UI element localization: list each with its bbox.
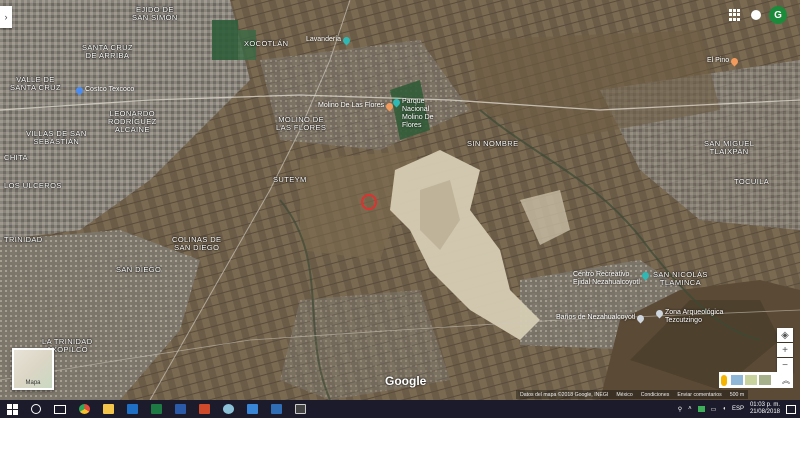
taskbar: ⚲ ˄ ▭ ◖ ESP 01:03 p. m. 21/08/2018	[0, 400, 800, 418]
label-villas-san-sebastian: VILLAS DE SAN SEBASTIÁN	[26, 129, 87, 146]
task-view-button[interactable]	[48, 400, 72, 418]
start-button[interactable]	[0, 400, 24, 418]
chevron-up-icon[interactable]: ︽	[782, 375, 790, 386]
taskbar-word[interactable]	[168, 400, 192, 418]
compass-icon[interactable]: ◈	[777, 328, 793, 342]
taskbar-powerpoint[interactable]	[192, 400, 216, 418]
powerpoint-icon	[198, 404, 210, 414]
network-icon[interactable]: ▭	[711, 406, 717, 413]
taskbar-video[interactable]	[288, 400, 312, 418]
action-center-icon[interactable]	[786, 404, 796, 414]
label-valle-santa-cruz: VALLE DE SANTA CRUZ	[10, 75, 61, 92]
layer-thumbnail[interactable]	[731, 375, 743, 385]
poi-molino-flores[interactable]: Molino De Las Flores	[318, 101, 395, 112]
clock[interactable]: 01:03 p. m. 21/08/2018	[750, 402, 780, 416]
pegman-icon[interactable]	[721, 374, 727, 386]
volume-icon[interactable]: ◖	[722, 406, 726, 412]
layers-strip[interactable]: ︽	[719, 372, 793, 388]
poi-lavanderia[interactable]: Lavandería	[306, 35, 352, 46]
taskbar-file-explorer[interactable]	[96, 400, 120, 418]
taskbar-app-2[interactable]	[264, 400, 288, 418]
app-tray-icon[interactable]	[697, 406, 705, 412]
outlook-icon	[126, 404, 138, 414]
map-viewport[interactable]: EJIDO DE SAN SIMÓN SANTA CRUZ DE ARRIBA …	[0, 0, 800, 400]
label-sin-nombre: SIN NOMBRE	[467, 139, 519, 148]
poi-costco[interactable]: Costco Texcoco	[74, 85, 134, 96]
label-xocotlan: XOCOTLÁN	[244, 39, 289, 48]
label-colinas: COLINAS DE SAN DIEGO	[172, 235, 222, 252]
label-los-ulceros: LOS ULCEROS	[4, 181, 62, 190]
landmark-pin-icon	[635, 313, 646, 324]
landmark-pin-icon	[654, 308, 665, 319]
label-santa-cruz: SANTA CRUZ DE ARRIBA	[82, 43, 133, 60]
label-leonardo: LEONARDO RODRÍGUEZ ALCAINE	[108, 109, 157, 134]
taskbar-outlook-2[interactable]	[240, 400, 264, 418]
chrome-icon	[78, 404, 90, 414]
notifications-icon[interactable]	[751, 10, 761, 20]
shopping-pin-icon	[74, 85, 85, 96]
taskbar-outlook[interactable]	[120, 400, 144, 418]
zoom-in-button[interactable]: +	[777, 343, 793, 357]
poi-centro-recreativo[interactable]: Centro Recreativo Ejidal Nezahualcoyotl	[573, 270, 651, 287]
label-san-miguel: SAN MIGUEL TLAIXPAN	[704, 139, 755, 156]
avatar[interactable]: G	[769, 6, 787, 24]
word-icon	[174, 404, 186, 414]
app-icon	[222, 404, 234, 414]
layer-thumbnail[interactable]	[745, 375, 757, 385]
scale-bar[interactable]: 500 m	[730, 392, 744, 398]
cortana-icon	[31, 404, 41, 414]
windows-icon	[6, 403, 18, 415]
park-pin-icon	[391, 97, 402, 108]
system-tray: ⚲ ˄ ▭ ◖ ESP 01:03 p. m. 21/08/2018	[678, 400, 800, 418]
location-marker-icon	[361, 194, 377, 210]
label-san-nicolas: SAN NICOLÁS TLAMINCA	[653, 270, 708, 287]
label-tocuila: TOCUILA	[734, 177, 770, 186]
chevron-up-icon[interactable]: ˄	[688, 406, 692, 412]
poi-zona-arqueologica[interactable]: Zona Arqueológica Tezcutzingo	[654, 308, 723, 325]
video-icon	[294, 404, 306, 414]
search-button[interactable]	[24, 400, 48, 418]
satellite-imagery	[0, 0, 800, 400]
outlook-icon	[246, 404, 258, 414]
google-logo: Google	[385, 374, 427, 388]
label-san-diego: SAN DIEGO	[116, 265, 162, 274]
taskbar-chrome[interactable]	[72, 400, 96, 418]
layer-thumbnail[interactable]	[759, 375, 771, 385]
apps-grid-icon[interactable]	[729, 9, 741, 21]
side-panel-toggle[interactable]: ›	[0, 6, 12, 28]
language-indicator[interactable]: ESP	[732, 406, 744, 412]
place-pin-icon	[341, 35, 352, 46]
people-icon[interactable]: ⚲	[678, 406, 682, 413]
task-view-icon	[54, 404, 66, 414]
poi-el-pino[interactable]: El Pino	[707, 56, 740, 67]
map-type-label: Mapa	[25, 380, 41, 386]
poi-parque-nacional[interactable]: Parque Nacional Molino De Flores	[391, 97, 434, 130]
label-molino-flores-area: MOLINO DE LAS FLORES	[276, 115, 327, 132]
label-ejido-san-simon: EJIDO DE SAN SIMÓN	[132, 5, 178, 22]
map-type-toggle[interactable]: Mapa	[12, 348, 54, 390]
zoom-out-button[interactable]: −	[777, 358, 793, 372]
park-pin-icon	[640, 270, 651, 281]
label-chita: CHITA	[4, 153, 28, 162]
place-pin-icon	[729, 56, 740, 67]
taskbar-app[interactable]	[216, 400, 240, 418]
label-sufeym: SUTEYM	[273, 175, 307, 184]
app-icon	[270, 404, 282, 414]
poi-bano-nezahualcoyotl[interactable]: Baños de Nezahualcoyotl	[556, 313, 646, 324]
label-trinidad: TRINIDAD	[4, 235, 43, 244]
folder-icon	[102, 404, 114, 414]
excel-icon	[150, 404, 162, 414]
taskbar-excel[interactable]	[144, 400, 168, 418]
map-attribution: Datos del mapa ©2018 Google, INEGI Méxic…	[516, 390, 749, 399]
